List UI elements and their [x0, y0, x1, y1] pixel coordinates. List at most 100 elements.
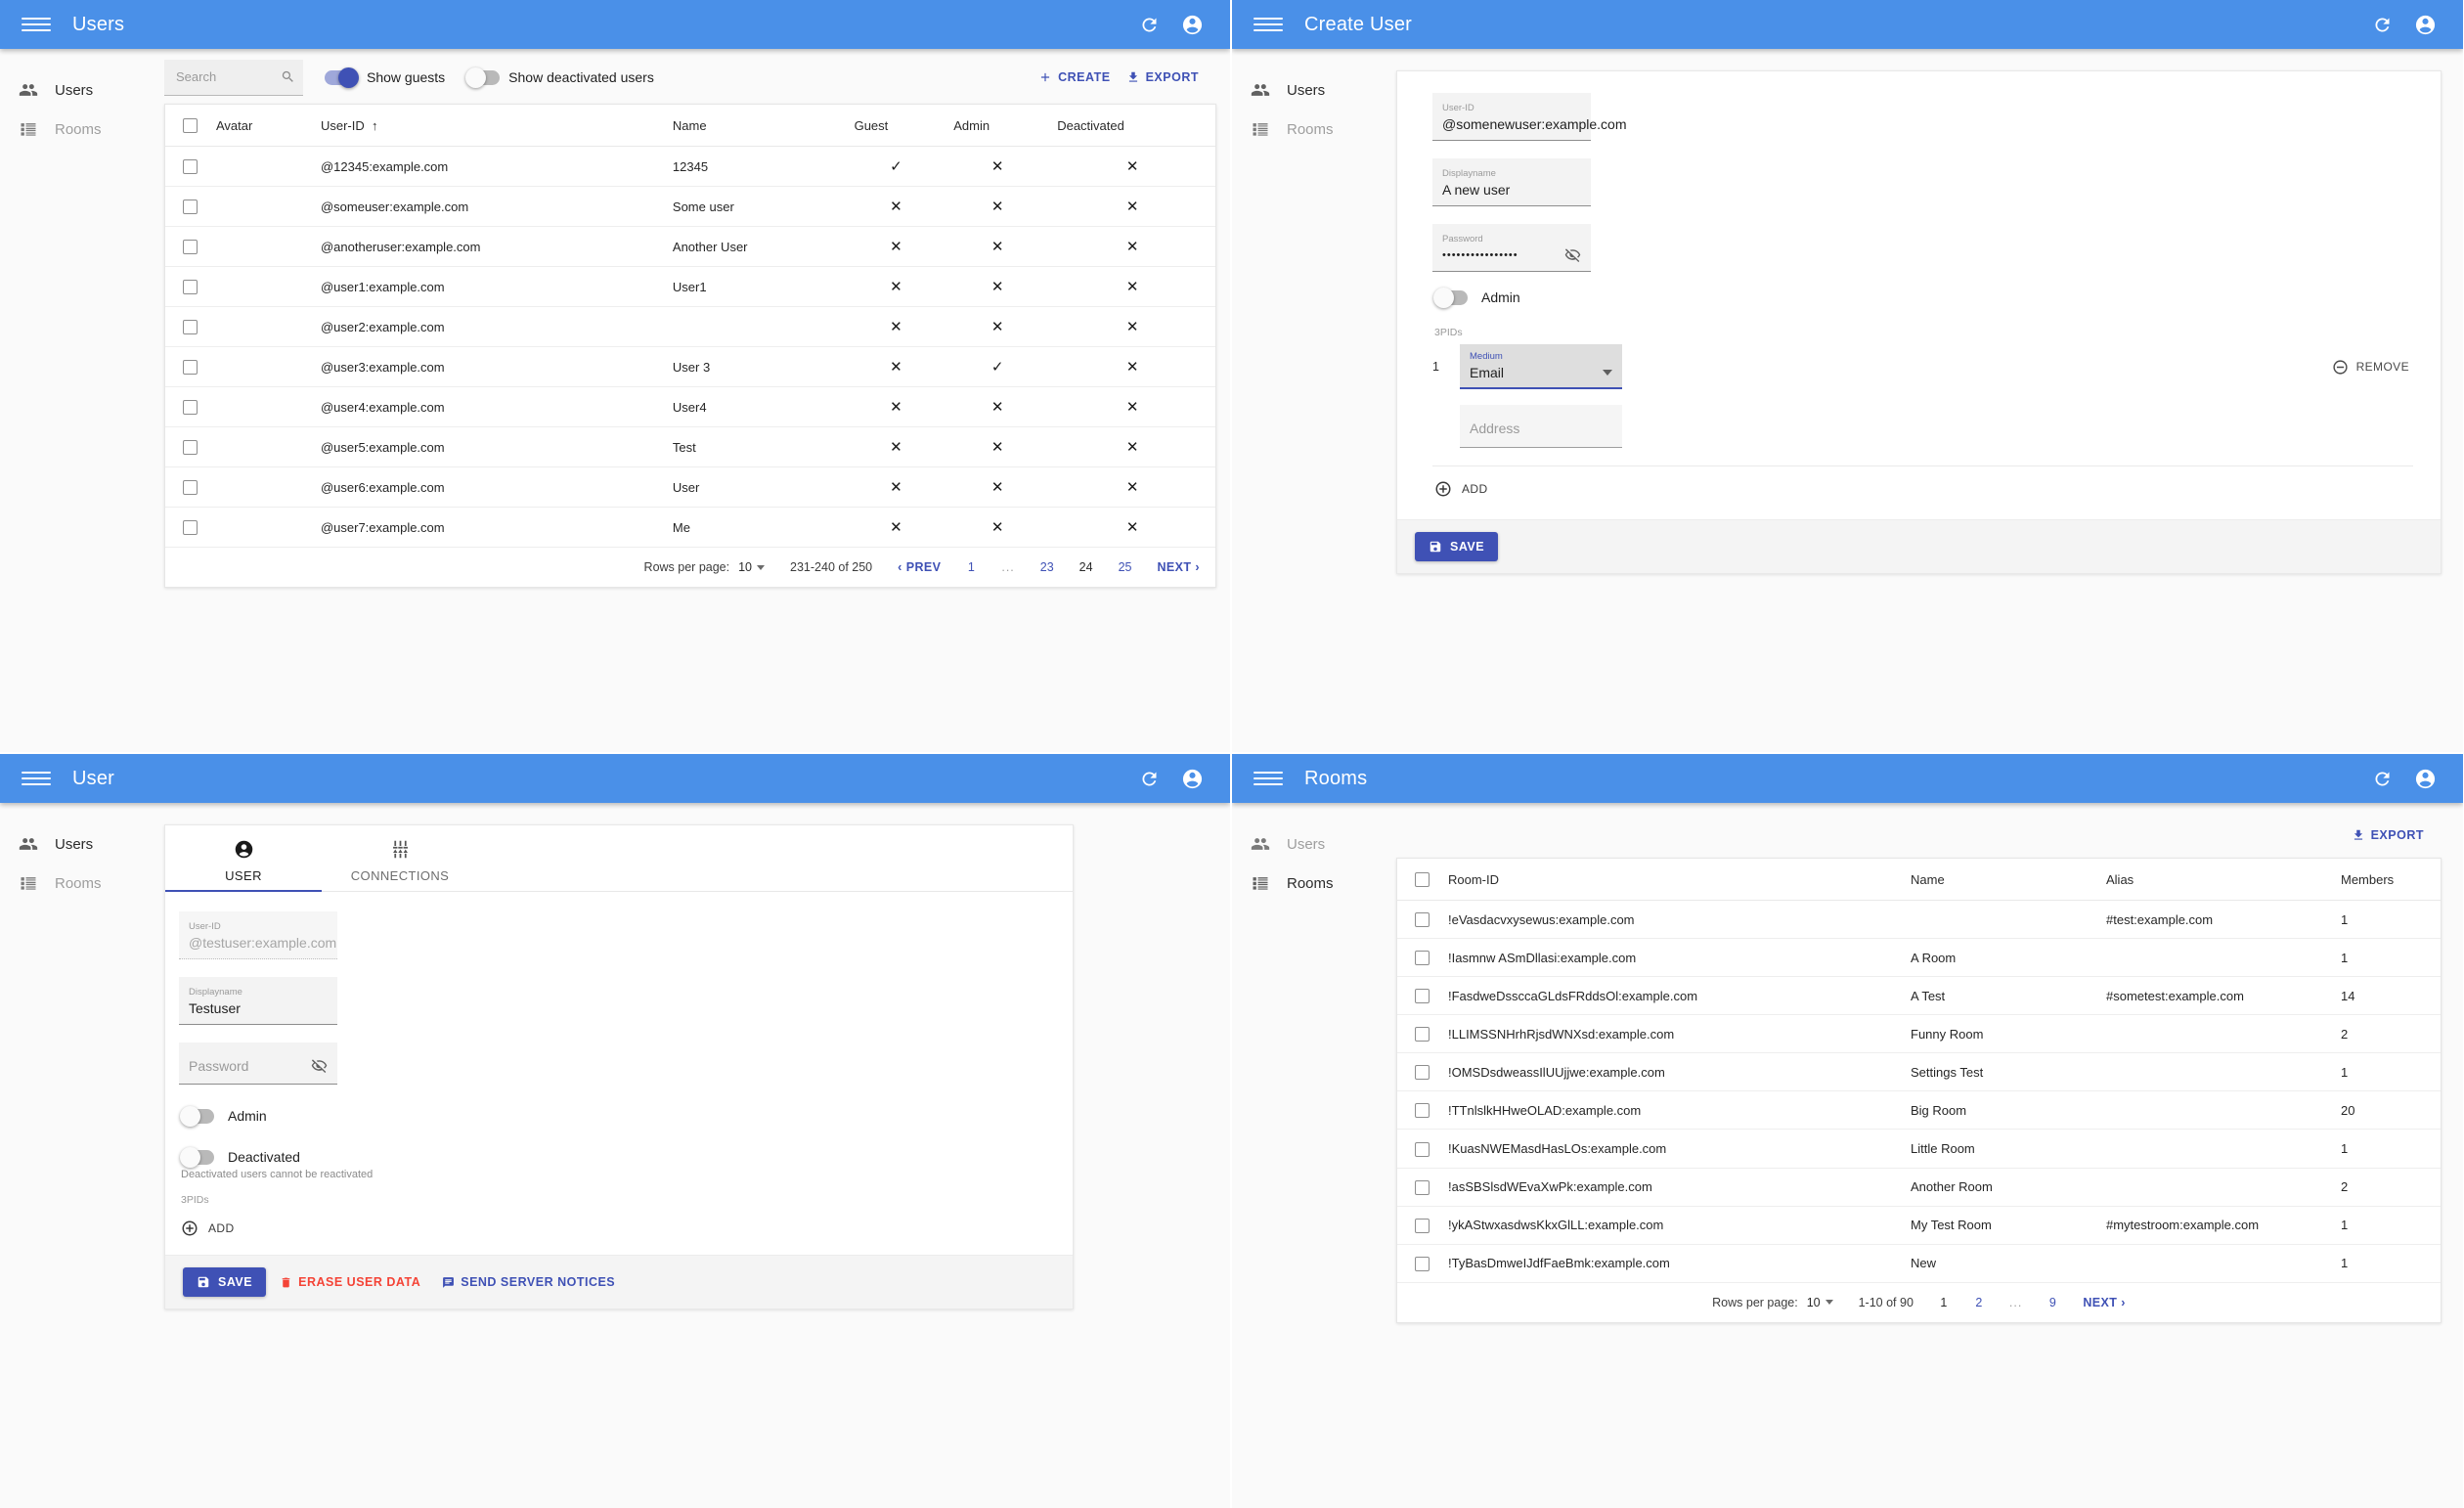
password-field[interactable]: Password •••••••••••••••• — [1432, 224, 1591, 272]
table-row[interactable]: !LLIMSSNHrhRjsdWNXsd:example.com Funny Ro… — [1397, 1014, 2441, 1054]
show-guests-toggle[interactable] — [325, 67, 359, 88]
account-circle-icon[interactable] — [2408, 762, 2442, 795]
row-checkbox[interactable] — [1415, 989, 1430, 1004]
erase-user-data-button[interactable]: ERASE USER DATA — [272, 1269, 428, 1295]
sidebar-item-rooms[interactable]: Rooms — [1232, 864, 1396, 903]
eye-off-icon[interactable] — [307, 1057, 328, 1076]
row-checkbox[interactable] — [183, 360, 198, 376]
table-row[interactable]: @user4:example.com User4 ✕ ✕ ✕ — [165, 386, 1215, 428]
create-button[interactable]: CREATE — [1031, 65, 1118, 90]
account-circle-icon[interactable] — [2408, 8, 2442, 41]
displayname-field[interactable]: Displayname A new user — [1432, 158, 1591, 206]
table-row[interactable]: @someuser:example.com Some user ✕ ✕ ✕ — [165, 186, 1215, 228]
deactivated-toggle[interactable] — [180, 1146, 214, 1168]
medium-select[interactable]: Medium Email — [1460, 344, 1622, 389]
refresh-icon[interactable] — [1132, 762, 1166, 795]
prev-page-button[interactable]: ‹ PREV — [898, 560, 941, 574]
row-checkbox[interactable] — [1415, 951, 1430, 966]
sidebar-item-rooms[interactable]: Rooms — [1232, 110, 1396, 149]
pagination-page-button[interactable]: 25 — [1119, 560, 1132, 574]
row-checkbox[interactable] — [1415, 1141, 1430, 1157]
export-button[interactable]: EXPORT — [2344, 822, 2432, 848]
table-row[interactable]: !eVasdacvxysewus:example.com #test:exampl… — [1397, 900, 2441, 940]
select-all-checkbox[interactable] — [183, 118, 198, 134]
show-deactivated-toggle[interactable] — [465, 67, 501, 88]
search-field[interactable] — [164, 59, 303, 96]
table-row[interactable]: !Iasmnw ASmDllasi:example.com A Room 1 — [1397, 938, 2441, 978]
table-row[interactable]: !asSBSlsdWEvaXwPk:example.com Another Roo… — [1397, 1168, 2441, 1207]
admin-toggle[interactable] — [1433, 287, 1468, 308]
next-page-button[interactable]: NEXT › — [1157, 560, 1200, 574]
sidebar-item-users[interactable]: Users — [1232, 824, 1396, 864]
sidebar-item-rooms[interactable]: Rooms — [0, 110, 164, 149]
row-checkbox[interactable] — [1415, 1218, 1430, 1233]
pagination-page-button[interactable]: 1 — [966, 560, 976, 574]
table-row[interactable]: !ykAStwxasdwsKkxGlLL:example.com My Test … — [1397, 1206, 2441, 1245]
select-all-checkbox[interactable] — [1415, 872, 1430, 888]
save-button[interactable]: SAVE — [183, 1267, 267, 1297]
save-button[interactable]: SAVE — [1415, 532, 1499, 561]
row-checkbox[interactable] — [183, 320, 198, 335]
table-row[interactable]: @12345:example.com 12345 ✓ ✕ ✕ — [165, 146, 1215, 188]
table-row[interactable]: !KuasNWEMasdHasLOs:example.com Little Roo… — [1397, 1129, 2441, 1169]
password-field[interactable]: Password — [179, 1042, 337, 1085]
next-page-button[interactable]: NEXT › — [2083, 1296, 2126, 1309]
hamburger-icon[interactable] — [22, 10, 51, 39]
table-row[interactable]: @user7:example.com Me ✕ ✕ ✕ — [165, 507, 1215, 549]
account-circle-icon[interactable] — [1175, 8, 1209, 41]
row-checkbox[interactable] — [183, 200, 198, 215]
account-circle-icon[interactable] — [1175, 762, 1209, 795]
tab-user[interactable]: USER — [165, 825, 322, 892]
refresh-icon[interactable] — [2365, 762, 2398, 795]
table-row[interactable]: !TTnlslkHHweOLAD:example.com Big Room 20 — [1397, 1090, 2441, 1131]
eye-off-icon[interactable] — [1561, 246, 1581, 265]
rows-per-page-select[interactable]: 10 — [738, 560, 766, 574]
table-row[interactable]: @user1:example.com User1 ✕ ✕ ✕ — [165, 266, 1215, 308]
add-threepid-button[interactable]: ADD — [179, 1212, 1045, 1239]
row-checkbox[interactable] — [183, 280, 198, 295]
pagination-page-button[interactable]: 9 — [2047, 1296, 2057, 1309]
table-row[interactable]: @user3:example.com User 3 ✕ ✓ ✕ — [165, 346, 1215, 388]
table-row[interactable]: @user5:example.com Test ✕ ✕ ✕ — [165, 426, 1215, 468]
hamburger-icon[interactable] — [1254, 764, 1283, 793]
sidebar-item-rooms[interactable]: Rooms — [0, 864, 164, 903]
row-checkbox[interactable] — [1415, 1103, 1430, 1119]
table-row[interactable]: !FasdweDssccaGLdsFRddsOl:example.com A Te… — [1397, 976, 2441, 1016]
refresh-icon[interactable] — [1132, 8, 1166, 41]
table-row[interactable]: @user2:example.com ✕ ✕ ✕ — [165, 306, 1215, 348]
pagination-page-button[interactable]: 2 — [1974, 1296, 1984, 1309]
rows-per-page-select[interactable]: 10 — [1807, 1296, 1833, 1309]
remove-threepid-button[interactable]: REMOVE — [2332, 359, 2413, 376]
hamburger-icon[interactable] — [22, 764, 51, 793]
add-threepid-button[interactable]: ADD — [1432, 466, 2413, 500]
table-row[interactable]: @user6:example.com User ✕ ✕ ✕ — [165, 466, 1215, 509]
table-row[interactable]: !OMSDsdweassIlUUjjwe:example.com Settings… — [1397, 1052, 2441, 1092]
row-checkbox[interactable] — [1415, 1256, 1430, 1271]
table-row[interactable]: @anotheruser:example.com Another User ✕ ✕ ✕ — [165, 226, 1215, 268]
row-checkbox[interactable] — [183, 240, 198, 255]
column-user-id[interactable]: User-ID ↑ — [312, 105, 665, 148]
row-checkbox[interactable] — [183, 440, 198, 456]
pagination-page-button[interactable]: 23 — [1040, 560, 1054, 574]
row-checkbox[interactable] — [1415, 912, 1430, 928]
export-button[interactable]: EXPORT — [1119, 65, 1207, 90]
admin-toggle[interactable] — [180, 1105, 214, 1127]
displayname-field[interactable]: Displayname Testuser — [179, 977, 337, 1025]
table-row[interactable]: !TyBasDmweIJdfFaeBmk:example.com New 1 — [1397, 1244, 2441, 1283]
row-checkbox[interactable] — [1415, 1065, 1430, 1081]
sidebar-item-users[interactable]: Users — [1232, 70, 1396, 110]
sidebar-item-users[interactable]: Users — [0, 824, 164, 864]
user-id-field[interactable]: User-ID @somenewuser:example.com — [1432, 93, 1627, 141]
hamburger-icon[interactable] — [1254, 10, 1283, 39]
search-input[interactable] — [174, 68, 281, 85]
row-checkbox[interactable] — [183, 159, 198, 175]
row-checkbox[interactable] — [1415, 1179, 1430, 1195]
row-checkbox[interactable] — [183, 480, 198, 496]
sidebar-item-users[interactable]: Users — [0, 70, 164, 110]
row-checkbox[interactable] — [1415, 1027, 1430, 1042]
refresh-icon[interactable] — [2365, 8, 2398, 41]
row-checkbox[interactable] — [183, 520, 198, 536]
row-checkbox[interactable] — [183, 400, 198, 416]
send-server-notices-button[interactable]: SEND SERVER NOTICES — [434, 1269, 623, 1295]
address-field[interactable]: Address — [1460, 405, 1622, 448]
